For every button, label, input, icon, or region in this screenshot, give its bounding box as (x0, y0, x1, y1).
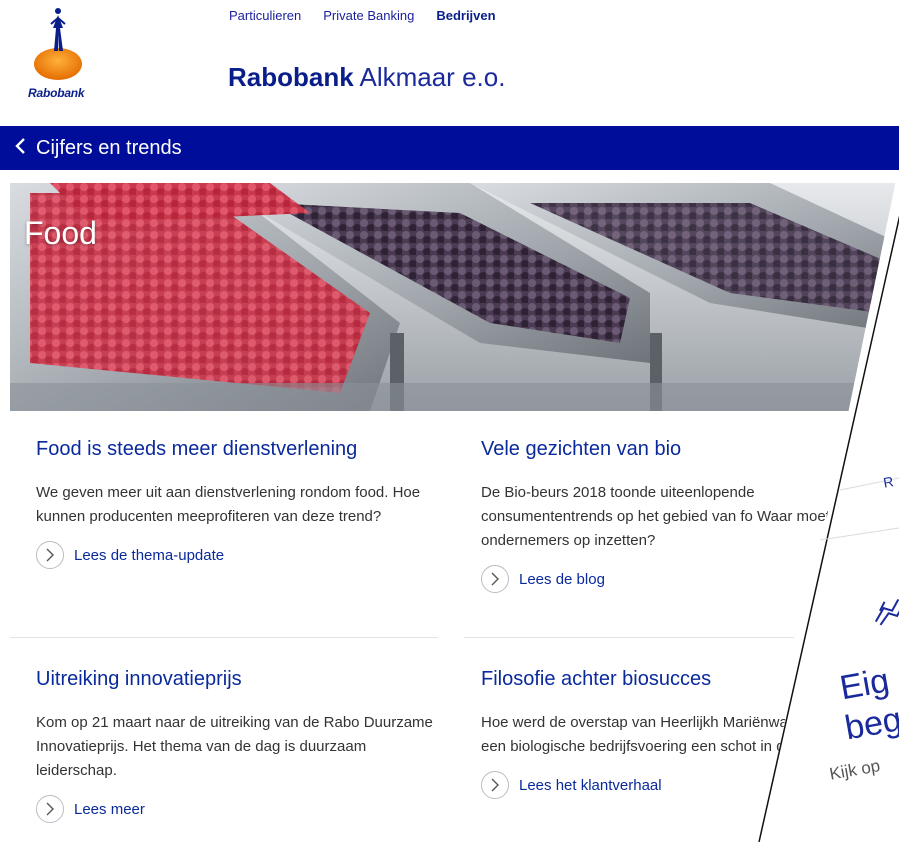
card-body: Kom op 21 maart naar de uitreiking van d… (36, 714, 433, 779)
card-vele-gezichten: Vele gezichten van bio De Bio-beurs 2018… (481, 438, 861, 593)
hands-icon (874, 598, 899, 626)
card-link[interactable]: Lees de thema-update (36, 541, 446, 569)
chevron-right-icon (481, 565, 509, 593)
site-header: Rabobank Particulieren Private Banking B… (0, 0, 899, 126)
title-bold: Rabobank (228, 62, 354, 92)
card-link[interactable]: Lees meer (36, 795, 446, 823)
rabobank-logo[interactable]: Rabobank (28, 6, 118, 106)
card-title[interactable]: Food is steeds meer dienstverlening (36, 438, 446, 461)
logo-wordmark: Rabobank (28, 86, 85, 100)
card-body: We geven meer uit aan dienstverlening ro… (36, 484, 421, 525)
card-body: De Bio-beurs 2018 toonde uiteenlopende c… (481, 484, 847, 549)
nav-private-banking[interactable]: Private Banking (323, 8, 414, 23)
overlay-letter: R (882, 473, 895, 491)
card-link-label: Lees het klantverhaal (519, 776, 662, 794)
chevron-left-icon (14, 137, 26, 159)
card-link[interactable]: Lees de blog (481, 565, 861, 593)
title-light: Alkmaar e.o. (359, 62, 506, 92)
rabobank-logo-icon (34, 8, 82, 80)
breadcrumb-bar[interactable]: Cijfers en trends (0, 126, 899, 170)
card-biosucces: Filosofie achter biosucces Hoe werd de o… (481, 668, 861, 799)
card-link-label: Lees meer (74, 800, 145, 818)
top-navigation: Particulieren Private Banking Bedrijven (229, 8, 496, 23)
card-title[interactable]: Filosofie achter biosucces (481, 668, 861, 691)
card-link-label: Lees de blog (519, 570, 605, 588)
chevron-right-icon (36, 795, 64, 823)
divider (464, 637, 794, 638)
divider (10, 637, 438, 638)
chevron-right-icon (481, 771, 509, 799)
card-innovatieprijs: Uitreiking innovatieprijs Kom op 21 maar… (36, 668, 446, 823)
breadcrumb-label: Cijfers en trends (36, 136, 182, 159)
hero-title: Food (24, 215, 97, 251)
card-link-label: Lees de thema-update (74, 546, 225, 564)
nav-bedrijven[interactable]: Bedrijven (436, 8, 495, 23)
chevron-right-icon (36, 541, 64, 569)
berry-conveyor-photo (10, 183, 899, 411)
hero-image: Food (10, 183, 899, 411)
card-title[interactable]: Vele gezichten van bio (481, 438, 861, 461)
page-title[interactable]: Rabobank Alkmaar e.o. (228, 62, 505, 93)
card-body: Hoe werd de overstap van Heerlijkh Marië… (481, 714, 848, 755)
card-title[interactable]: Uitreiking innovatieprijs (36, 668, 446, 691)
card-food-dienstverlening: Food is steeds meer dienstverlening We g… (36, 438, 446, 569)
card-link[interactable]: Lees het klantverhaal (481, 771, 861, 799)
nav-particulieren[interactable]: Particulieren (229, 8, 301, 23)
